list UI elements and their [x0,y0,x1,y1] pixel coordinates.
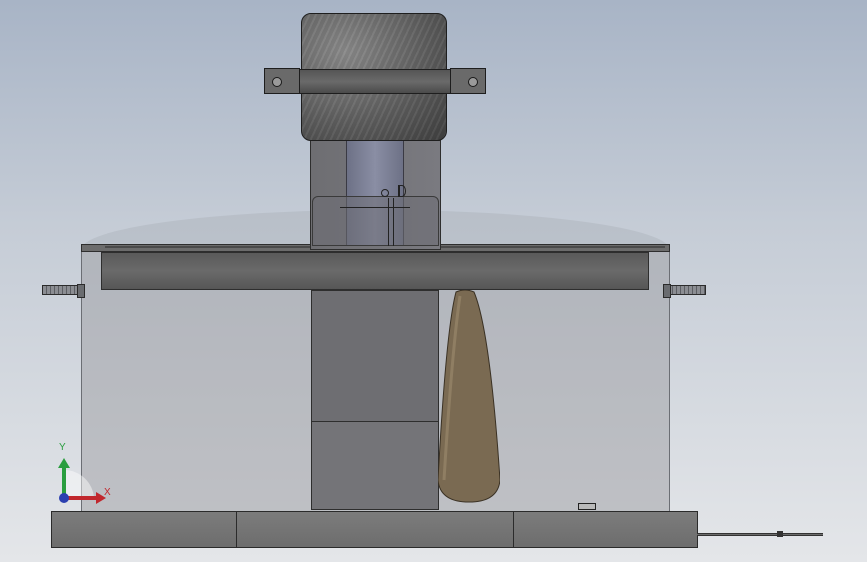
column-base-section[interactable] [311,421,439,510]
bolt-head [77,284,85,298]
y-axis-label: Y [59,442,66,453]
mount-hole [468,77,478,87]
pin-crossbar [340,207,410,208]
cover-bar[interactable] [101,252,649,290]
x-axis-label: X [104,487,111,498]
z-axis-dot [59,493,69,503]
motor-clamp-band[interactable] [296,69,451,94]
tapered-sleeve[interactable] [438,290,500,504]
triad-arc [64,469,94,498]
motor-mount-ear-right[interactable] [450,68,486,94]
axis-triad-graphic [58,458,106,504]
bolt-head [663,284,671,298]
sleeve-body [438,290,500,503]
power-cable[interactable] [697,533,823,536]
pin-ring [381,189,389,197]
column-lower-section[interactable] [311,290,439,422]
base-joint [236,511,237,548]
bolt-icon[interactable] [663,284,706,298]
switch-component[interactable] [578,503,596,510]
pin-clip [398,185,406,197]
column-collar[interactable] [312,196,439,246]
cad-viewport[interactable]: X Y [0,0,867,562]
base-plate[interactable] [51,511,698,548]
axis-triad-icon[interactable]: X Y [40,440,120,520]
y-axis-arrow [58,458,70,468]
cable-plug [777,531,783,537]
motor-mount-ear-left[interactable] [264,68,300,94]
shaft-pin [388,198,394,246]
mount-hole [272,77,282,87]
bolt-icon[interactable] [42,284,85,298]
base-joint [513,511,514,548]
